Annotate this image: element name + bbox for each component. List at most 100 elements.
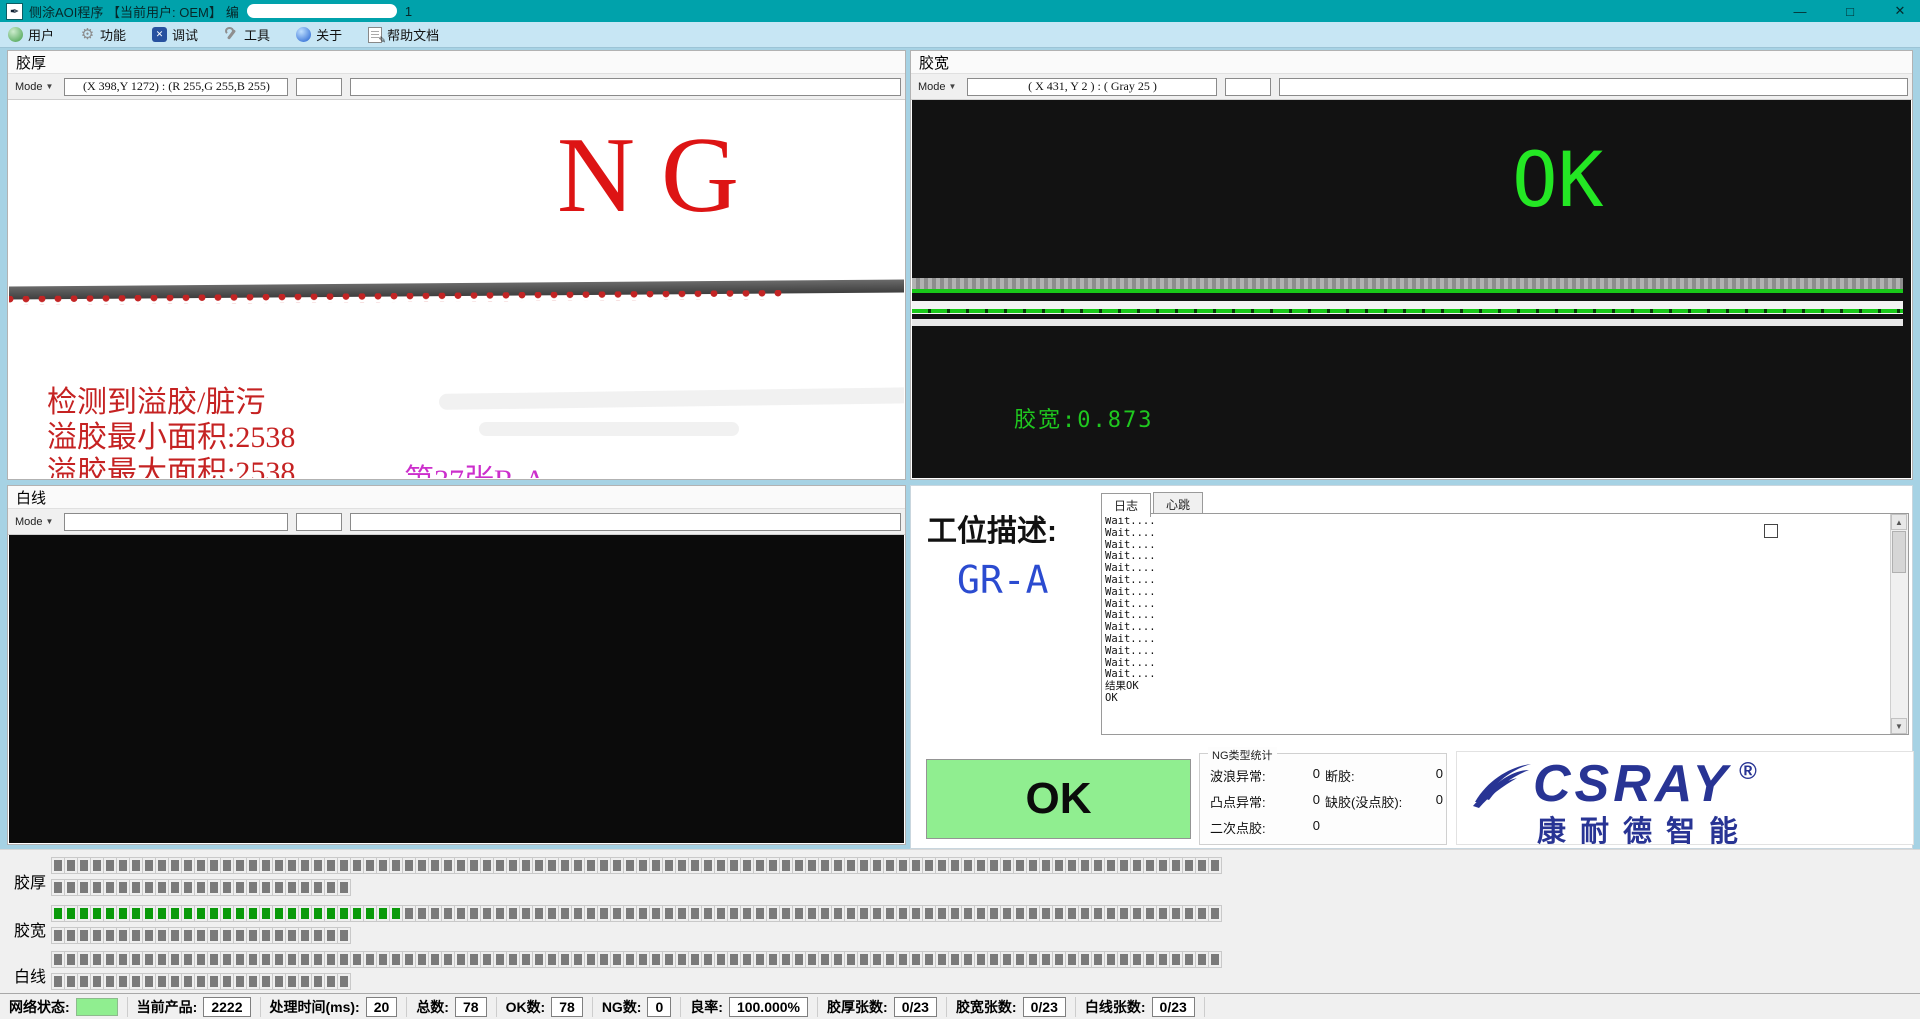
user-icon: [8, 27, 23, 42]
window-title-obscured: 编: [226, 2, 239, 21]
grid-cell: [845, 952, 857, 967]
grid-cell: [559, 858, 571, 873]
grid-cell: [468, 952, 480, 967]
grid-cell: [598, 952, 610, 967]
network-status-indicator: [76, 998, 118, 1016]
mode-dropdown[interactable]: Mode▼: [12, 80, 56, 94]
overall-result-button[interactable]: OK: [926, 759, 1191, 839]
grid-cell: [871, 858, 883, 873]
grid-cell: [975, 952, 987, 967]
grid-cell: [117, 880, 129, 895]
grid-cell: [689, 952, 701, 967]
grid-cell: [286, 952, 298, 967]
grid-cell: [572, 858, 584, 873]
status-value: 0/23: [1152, 997, 1195, 1017]
menu-item-about[interactable]: 关于: [296, 25, 342, 44]
grid-cell: [299, 858, 311, 873]
glue-width-image[interactable]: OK 胶宽:0.873: [912, 100, 1911, 478]
grid-cell: [1183, 906, 1195, 921]
grid-cell: [520, 952, 532, 967]
grid-cell: [988, 906, 1000, 921]
minimize-button[interactable]: —: [1788, 4, 1812, 19]
grid-cell: [1105, 906, 1117, 921]
status-whiteline-imgs: 白线张数:0/23: [1076, 997, 1205, 1017]
grid-cell: [104, 974, 116, 989]
grid-cell: [1170, 906, 1182, 921]
grid-cell: [585, 952, 597, 967]
grid-cell: [91, 858, 103, 873]
menu-item-user[interactable]: 用户: [8, 25, 54, 44]
mode-dropdown[interactable]: Mode▼: [12, 515, 56, 529]
scrollbar-thumb[interactable]: [1892, 531, 1906, 573]
grid-cell: [403, 858, 415, 873]
scroll-up-icon[interactable]: ▲: [1891, 514, 1907, 530]
toolbar-field-long[interactable]: [350, 78, 901, 96]
toolbar-field-small[interactable]: [296, 78, 342, 96]
glue-width-panel-title: 胶宽: [911, 51, 1912, 74]
grid-cell: [260, 952, 272, 967]
grid-cell: [91, 974, 103, 989]
grid-cell: [975, 858, 987, 873]
grid-cell: [143, 880, 155, 895]
registered-mark: ®: [1739, 758, 1757, 786]
grid-cell: [884, 952, 896, 967]
maximize-button[interactable]: □: [1838, 4, 1862, 19]
tab-log[interactable]: 日志: [1101, 493, 1151, 517]
mode-dropdown[interactable]: Mode▼: [915, 80, 959, 94]
grid-cell: [130, 906, 142, 921]
scroll-down-icon[interactable]: ▼: [1891, 718, 1907, 734]
close-button[interactable]: ✕: [1888, 3, 1912, 19]
grid-cell: [494, 858, 506, 873]
toolbar-field-long[interactable]: [350, 513, 901, 531]
status-label: 胶厚张数:: [827, 997, 888, 1017]
grid-cell: [533, 906, 545, 921]
window-title-text: 侧涂AOI程序 【当前用户: OEM】: [29, 2, 222, 21]
status-label: 总数:: [416, 997, 449, 1017]
grid-cell: [52, 880, 64, 895]
window-controls: — □ ✕: [1788, 0, 1912, 22]
grid-cell: [299, 974, 311, 989]
grid-cell: [182, 858, 194, 873]
menu-bar: 用户 功能 调试 工具 关于 帮助文档: [0, 22, 1920, 48]
grid-cell: [1040, 906, 1052, 921]
log-box[interactable]: Wait....Wait....Wait....Wait....Wait....…: [1101, 513, 1909, 735]
menu-item-label: 帮助文档: [387, 25, 439, 44]
grid-cell: [637, 906, 649, 921]
grid-cell: [754, 952, 766, 967]
grid-cell: [1001, 906, 1013, 921]
log-line: Wait....: [1105, 634, 1888, 646]
grid-cell: [819, 952, 831, 967]
grid-cell: [78, 952, 90, 967]
grid-cell: [286, 880, 298, 895]
chevron-down-icon: ▼: [46, 517, 54, 526]
grid-cell: [429, 952, 441, 967]
grid-cell: [338, 974, 350, 989]
grid-cell: [52, 906, 64, 921]
glue-thickness-image[interactable]: NG 检测到溢胶/脏污 溢胶最小面积:2538 溢胶最大面积:2538 第37张…: [9, 100, 904, 478]
grid-cell: [377, 952, 389, 967]
white-line-image[interactable]: [9, 535, 904, 843]
menu-item-help[interactable]: 帮助文档: [368, 25, 439, 44]
glue-width-toolbar: Mode▼ ( X 431, Y 2 ) : ( Gray 25 ): [911, 74, 1912, 100]
grid-cell: [208, 952, 220, 967]
log-checkbox[interactable]: [1764, 524, 1778, 538]
grid-label-width: 胶宽: [14, 917, 50, 941]
pixel-coordinate-readout: (X 398,Y 1272) : (R 255,G 255,B 255): [64, 78, 288, 96]
grid-cell: [481, 858, 493, 873]
status-label: 当前产品:: [137, 997, 198, 1017]
grid-cell: [143, 858, 155, 873]
menu-item-tools[interactable]: 工具: [224, 25, 270, 44]
menu-item-debug[interactable]: 调试: [152, 25, 198, 44]
grid-cell: [1209, 952, 1221, 967]
menu-item-func[interactable]: 功能: [80, 25, 126, 44]
log-scrollbar[interactable]: ▲ ▼: [1890, 514, 1908, 734]
toolbar-field-long[interactable]: [1279, 78, 1908, 96]
grid-cell: [130, 858, 142, 873]
grid-cell: [325, 906, 337, 921]
toolbar-field-small[interactable]: [296, 513, 342, 531]
grid-cell: [819, 906, 831, 921]
grid-cell: [572, 906, 584, 921]
grid-cell: [546, 858, 558, 873]
grid-cell: [338, 928, 350, 943]
toolbar-field-small[interactable]: [1225, 78, 1271, 96]
